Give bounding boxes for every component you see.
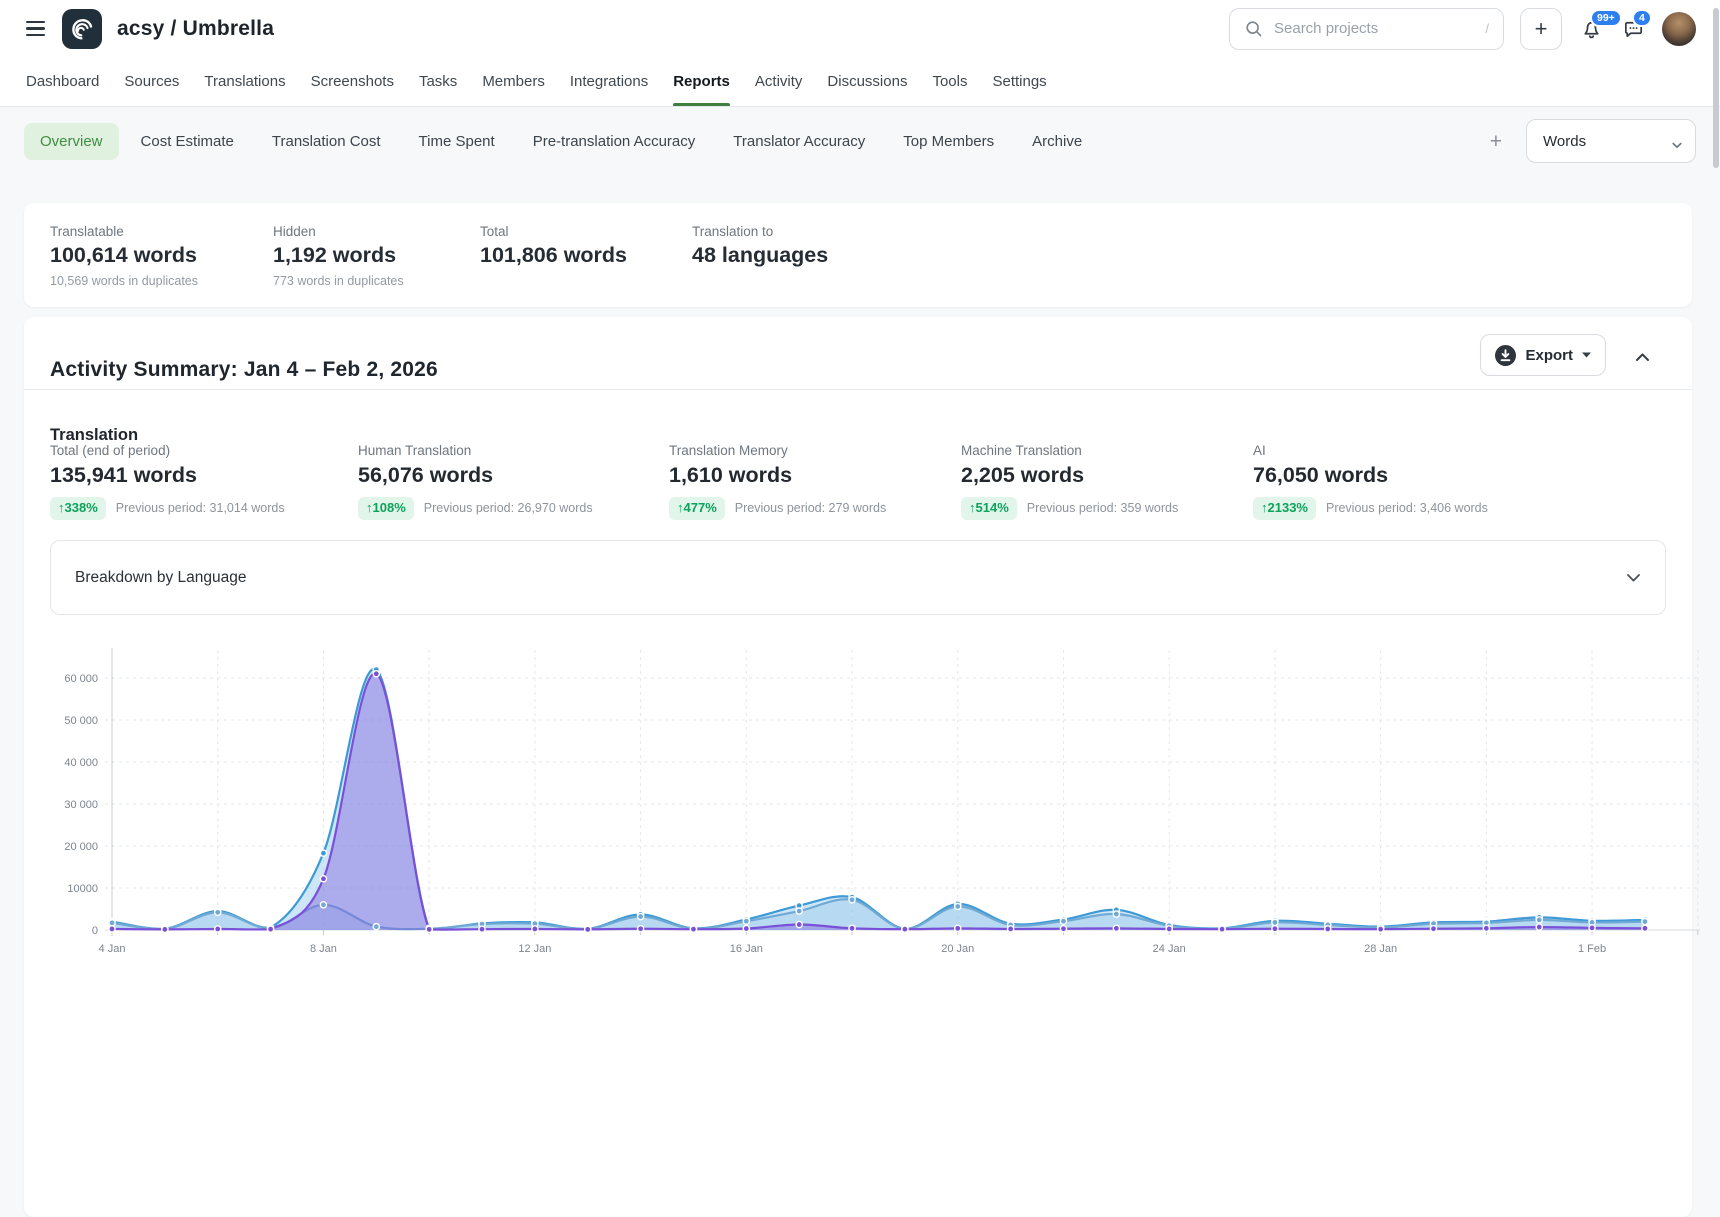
chevron-down-icon	[1626, 573, 1641, 583]
trend-badge: ↑477%	[669, 497, 725, 520]
page-scrollbar[interactable]	[1712, 0, 1720, 967]
nav-tab-dashboard[interactable]: Dashboard	[26, 57, 99, 105]
report-tab-top-members[interactable]: Top Members	[887, 123, 1010, 160]
activity-summary-card: Activity Summary: Jan 4 – Feb 2, 2026 Ex…	[24, 317, 1692, 1217]
breakdown-label: Breakdown by Language	[75, 569, 247, 587]
notifications-badge: 99+	[1590, 9, 1622, 28]
nav-tab-integrations[interactable]: Integrations	[570, 57, 648, 105]
topbar: acsy / Umbrella Search projects / + 99+	[0, 0, 1720, 57]
messages-button[interactable]: 4	[1620, 16, 1646, 42]
stat-translation-to: Translation to 48 languages	[692, 224, 828, 268]
report-subnav: Overview Cost Estimate Translation Cost …	[24, 119, 1696, 163]
create-button[interactable]: +	[1520, 8, 1562, 50]
select-carets-icon	[1671, 132, 1683, 150]
metric-total: Total (end of period) 135,941 words ↑338…	[50, 443, 285, 520]
export-button[interactable]: Export	[1480, 334, 1606, 376]
search-shortcut-hint: /	[1485, 21, 1489, 36]
trend-badge: ↑338%	[50, 497, 106, 520]
logo-icon	[62, 9, 102, 49]
nav-tab-settings[interactable]: Settings	[992, 57, 1046, 105]
search-icon	[1244, 19, 1263, 38]
notifications-button[interactable]: 99+	[1578, 16, 1604, 42]
translation-section-title: Translation	[50, 426, 138, 445]
report-tab-overview[interactable]: Overview	[24, 123, 119, 160]
main-nav: Dashboard Sources Translations Screensho…	[0, 57, 1720, 105]
report-tab-translator-accuracy[interactable]: Translator Accuracy	[717, 123, 881, 160]
activity-summary-title: Activity Summary: Jan 4 – Feb 2, 2026	[50, 358, 438, 382]
messages-badge: 4	[1632, 9, 1652, 28]
word-stats-card: Translatable 100,614 words 10,569 words …	[24, 203, 1692, 307]
report-tab-cost-estimate[interactable]: Cost Estimate	[125, 123, 250, 160]
nav-tab-sources[interactable]: Sources	[124, 57, 179, 105]
search-input[interactable]: Search projects /	[1229, 8, 1504, 50]
caret-down-icon	[1582, 352, 1591, 358]
app-logo[interactable]	[62, 9, 102, 49]
nav-tab-screenshots[interactable]: Screenshots	[311, 57, 394, 105]
unit-select-value: Words	[1543, 133, 1586, 150]
metric-machine-translation: Machine Translation 2,205 words ↑514% Pr…	[961, 443, 1178, 520]
metric-human-translation: Human Translation 56,076 words ↑108% Pre…	[358, 443, 593, 520]
chevron-up-icon	[1635, 352, 1650, 362]
metric-ai: AI 76,050 words ↑2133% Previous period: …	[1253, 443, 1488, 520]
metric-translation-memory: Translation Memory 1,610 words ↑477% Pre…	[669, 443, 886, 520]
nav-tab-translations[interactable]: Translations	[204, 57, 285, 105]
trend-badge: ↑108%	[358, 497, 414, 520]
search-placeholder: Search projects	[1274, 20, 1474, 37]
nav-tab-activity[interactable]: Activity	[755, 57, 803, 105]
nav-tab-tools[interactable]: Tools	[932, 57, 967, 105]
nav-tab-discussions[interactable]: Discussions	[827, 57, 907, 105]
nav-tab-tasks[interactable]: Tasks	[419, 57, 457, 105]
user-avatar[interactable]	[1662, 12, 1696, 46]
add-report-button[interactable]: +	[1486, 127, 1506, 156]
scrollbar-thumb[interactable]	[1713, 8, 1719, 168]
collapse-section-button[interactable]	[1631, 345, 1654, 371]
export-label: Export	[1525, 347, 1573, 364]
trend-badge: ↑2133%	[1253, 497, 1316, 520]
project-title: acsy / Umbrella	[117, 17, 274, 41]
stat-hidden: Hidden 1,192 words 773 words in duplicat…	[273, 224, 404, 288]
report-tab-archive[interactable]: Archive	[1016, 123, 1098, 160]
breakdown-by-language-accordion[interactable]: Breakdown by Language	[50, 540, 1666, 615]
app-header: acsy / Umbrella Search projects / + 99+	[0, 0, 1720, 107]
unit-select[interactable]: Words	[1526, 119, 1696, 163]
nav-tab-reports[interactable]: Reports	[673, 57, 730, 105]
stat-total: Total 101,806 words	[480, 224, 627, 268]
stat-translatable: Translatable 100,614 words 10,569 words …	[50, 224, 198, 288]
report-tab-time-spent[interactable]: Time Spent	[403, 123, 511, 160]
nav-tab-members[interactable]: Members	[482, 57, 545, 105]
report-tab-translation-cost[interactable]: Translation Cost	[256, 123, 397, 160]
download-icon	[1495, 345, 1516, 366]
divider	[24, 389, 1692, 390]
trend-badge: ↑514%	[961, 497, 1017, 520]
report-tab-pretranslation-accuracy[interactable]: Pre-translation Accuracy	[517, 123, 712, 160]
menu-icon[interactable]	[24, 17, 47, 40]
